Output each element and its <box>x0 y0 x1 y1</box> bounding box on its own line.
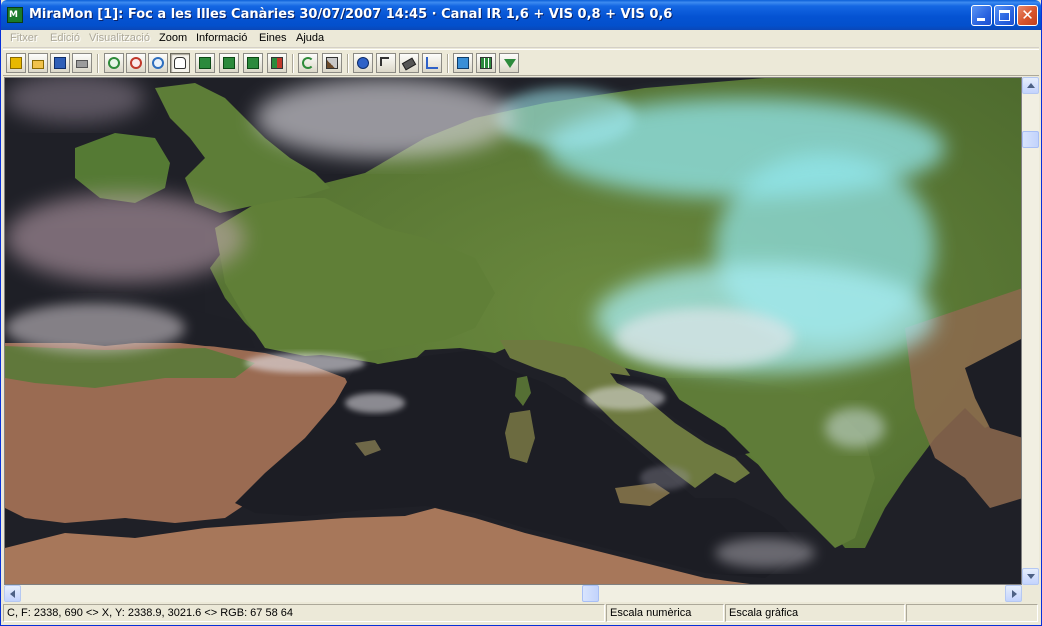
minimize-icon <box>977 18 985 21</box>
toolbar <box>3 49 1039 76</box>
maximize-icon <box>999 10 1010 21</box>
chevron-up-icon <box>1027 83 1035 88</box>
pointer-button[interactable] <box>376 53 396 73</box>
miramon-app-icon[interactable]: M <box>7 7 23 23</box>
refresh-button[interactable] <box>298 53 318 73</box>
zoom-in-icon <box>108 57 120 69</box>
status-graphic-scale: Escala gràfica <box>725 604 905 622</box>
zoom-in-button[interactable] <box>104 53 124 73</box>
view-previous-icon <box>223 57 235 69</box>
refresh-icon <box>302 57 314 69</box>
tools-icon <box>326 57 338 69</box>
grid-button[interactable] <box>476 53 496 73</box>
measure-button[interactable] <box>422 53 442 73</box>
status-extra-pane <box>906 604 1038 622</box>
new-icon <box>10 57 22 69</box>
status-bar: C, F: 2338, 690 <> X, Y: 2338.9, 3021.6 … <box>3 603 1039 624</box>
menu-edicio[interactable]: Edició <box>50 32 80 44</box>
view-extent-button[interactable] <box>195 53 215 73</box>
close-button[interactable]: ✕ <box>1017 5 1038 26</box>
menu-ajuda[interactable]: Ajuda <box>296 32 324 44</box>
zoom-window-button[interactable] <box>148 53 168 73</box>
scroll-down-button[interactable] <box>1022 568 1039 585</box>
view-next-icon <box>247 57 259 69</box>
print-icon <box>76 60 88 68</box>
print-button[interactable] <box>72 53 92 73</box>
maximize-button[interactable] <box>994 5 1015 26</box>
pan-hand-icon <box>174 57 186 69</box>
view-previous-button[interactable] <box>219 53 239 73</box>
save-icon <box>54 57 66 69</box>
menu-visualitzacio[interactable]: Visualització <box>89 32 150 44</box>
layers-button[interactable] <box>453 53 473 73</box>
layers-icon <box>457 57 469 69</box>
vertical-scrollbar[interactable] <box>1022 77 1039 585</box>
miramon-window: M MiraMon [1]: Foc a les Illes Canàries … <box>0 0 1042 626</box>
menu-eines[interactable]: Eines <box>259 32 287 44</box>
measure-icon <box>426 57 438 69</box>
download-icon <box>504 59 516 68</box>
view-extent-icon <box>199 57 211 69</box>
chevron-down-icon <box>1027 574 1035 579</box>
tools-button[interactable] <box>322 53 342 73</box>
window-title: MiraMon [1]: Foc a les Illes Canàries 30… <box>29 7 673 22</box>
vertical-scroll-thumb[interactable] <box>1022 130 1039 148</box>
menu-fitxer[interactable]: Fitxer <box>10 32 38 44</box>
minimize-button[interactable] <box>971 5 992 26</box>
info-icon <box>357 57 369 69</box>
pan-button[interactable] <box>170 53 190 73</box>
menu-informacio[interactable]: Informació <box>196 32 247 44</box>
horizontal-scroll-thumb[interactable] <box>581 585 599 602</box>
scroll-left-button[interactable] <box>4 585 21 602</box>
pointer-icon <box>380 57 389 66</box>
zoom-out-icon <box>130 57 142 69</box>
menu-zoom[interactable]: Zoom <box>159 32 187 44</box>
horizontal-scrollbar[interactable] <box>4 585 1022 602</box>
status-coordinates: C, F: 2338, 690 <> X, Y: 2338.9, 3021.6 … <box>3 604 605 622</box>
flag-button[interactable] <box>267 53 287 73</box>
flag-icon <box>271 57 283 69</box>
new-button[interactable] <box>6 53 26 73</box>
status-numeric-scale: Escala numèrica <box>606 604 724 622</box>
view-next-button[interactable] <box>243 53 263 73</box>
satellite-map-view[interactable] <box>4 77 1022 585</box>
zoom-window-icon <box>152 57 164 69</box>
eraser-button[interactable] <box>399 53 419 73</box>
chevron-left-icon <box>10 590 15 598</box>
menu-bar: Fitxer Edició Visualització Zoom Informa… <box>3 30 1039 48</box>
close-icon: ✕ <box>1021 6 1034 24</box>
open-button[interactable] <box>28 53 48 73</box>
open-icon <box>32 60 44 69</box>
satellite-image <box>5 78 1021 584</box>
zoom-out-button[interactable] <box>126 53 146 73</box>
chevron-right-icon <box>1012 590 1017 598</box>
download-button[interactable] <box>499 53 519 73</box>
title-bar[interactable]: M MiraMon [1]: Foc a les Illes Canàries … <box>1 0 1041 30</box>
eraser-icon <box>401 57 417 71</box>
scroll-right-button[interactable] <box>1005 585 1022 602</box>
info-button[interactable] <box>353 53 373 73</box>
scroll-up-button[interactable] <box>1022 77 1039 94</box>
save-button[interactable] <box>50 53 70 73</box>
grid-icon <box>480 57 492 69</box>
scrollbar-corner <box>1022 585 1039 602</box>
